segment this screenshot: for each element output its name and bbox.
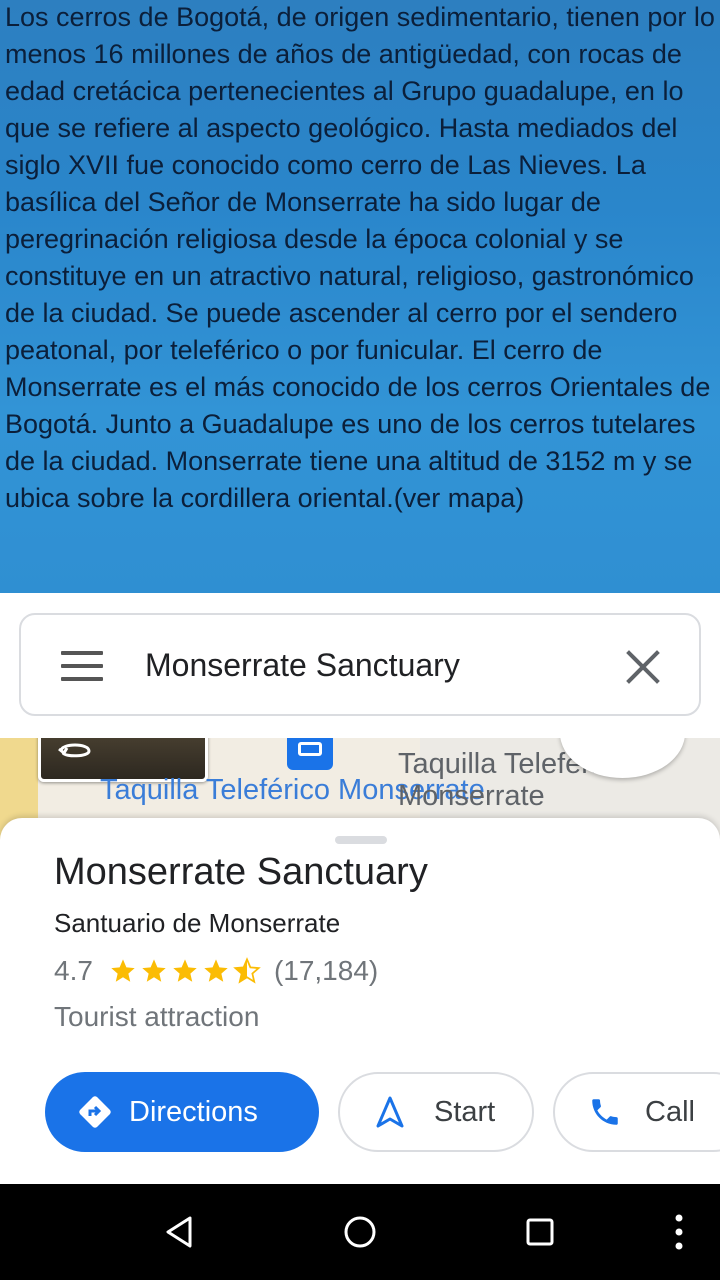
start-button[interactable]: Start bbox=[338, 1072, 534, 1152]
recents-icon[interactable] bbox=[520, 1212, 560, 1252]
search-box[interactable]: Monserrate Sanctuary bbox=[19, 613, 701, 716]
place-title: Monserrate Sanctuary bbox=[54, 851, 428, 893]
system-navigation-bar bbox=[0, 1184, 720, 1280]
review-count: (17,184) bbox=[273, 955, 379, 986]
phone-icon bbox=[585, 1092, 625, 1132]
home-icon[interactable] bbox=[340, 1212, 380, 1252]
call-label: Call bbox=[645, 1095, 695, 1128]
place-bottom-sheet[interactable]: Monserrate Sanctuary Santuario de Monser… bbox=[0, 818, 720, 1184]
rating-value: 4.7 bbox=[54, 955, 93, 986]
rating-stars bbox=[109, 957, 264, 985]
start-label: Start bbox=[434, 1095, 496, 1128]
star-icon bbox=[142, 959, 166, 982]
directions-label: Directions bbox=[129, 1095, 258, 1128]
rating-row[interactable]: 4.7 (17,184) bbox=[54, 953, 378, 989]
back-icon[interactable] bbox=[160, 1212, 200, 1252]
close-icon[interactable] bbox=[621, 645, 665, 689]
cable-car-icon[interactable] bbox=[287, 738, 333, 770]
search-query[interactable]: Monserrate Sanctuary bbox=[145, 643, 460, 687]
menu-icon[interactable] bbox=[61, 651, 103, 681]
more-vert-icon[interactable] bbox=[668, 1212, 690, 1252]
navigation-icon bbox=[370, 1092, 410, 1132]
sheet-drag-handle[interactable] bbox=[335, 836, 387, 844]
star-icon bbox=[111, 959, 135, 982]
article-text-panel: Los cerros de Bogotá, de origen sediment… bbox=[0, 0, 720, 593]
street-view-icon bbox=[58, 743, 91, 758]
call-button[interactable]: Call bbox=[553, 1072, 720, 1152]
place-local-name: Santuario de Monserrate bbox=[54, 908, 341, 938]
article-text: Los cerros de Bogotá, de origen sediment… bbox=[5, 2, 715, 513]
star-icon bbox=[204, 959, 228, 982]
star-half-icon bbox=[233, 957, 261, 984]
place-category: Tourist attraction bbox=[54, 1001, 260, 1032]
directions-button[interactable]: Directions bbox=[45, 1072, 319, 1152]
star-icon bbox=[173, 959, 197, 982]
directions-icon bbox=[75, 1092, 115, 1132]
search-bar-area: Monserrate Sanctuary bbox=[0, 593, 720, 738]
